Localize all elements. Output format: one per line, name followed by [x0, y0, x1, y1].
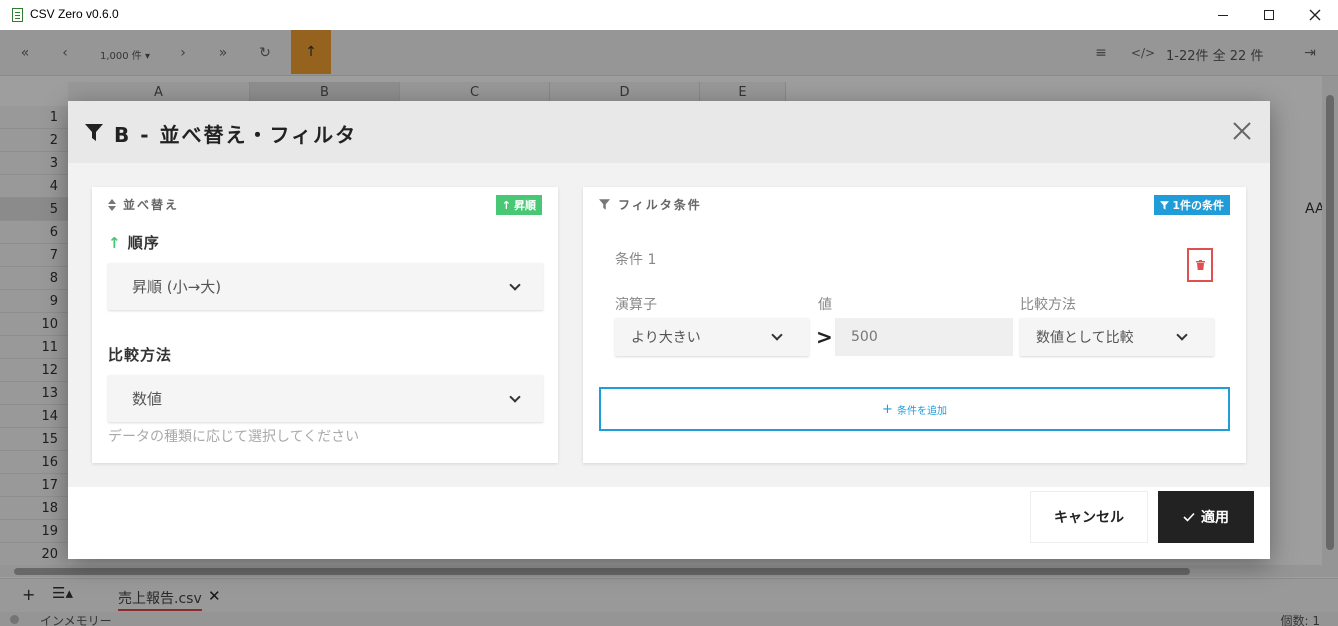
dialog-close-icon[interactable] [1233, 115, 1251, 147]
order-label: ↑ 順序 [108, 232, 160, 253]
order-select[interactable]: 昇順 (小→大) [108, 263, 543, 310]
filter-icon [85, 124, 103, 141]
operator-select-value: より大きい [631, 330, 701, 346]
maximize-icon [1264, 10, 1274, 20]
sort-icon [108, 199, 116, 211]
sort-filter-dialog: B - 並べ替え・フィルタ 並べ替え ↑ 昇順 ↑ 順序 昇順 (小→大) 比較方… [68, 101, 1270, 559]
badge-text: 昇順 [514, 199, 536, 212]
add-condition-button[interactable]: + 条件を追加 [599, 387, 1230, 431]
window-titlebar: CSV Zero v0.6.0 [0, 0, 1338, 30]
minimize-button[interactable] [1200, 0, 1246, 30]
dialog-footer: キャンセル 適用 [68, 487, 1270, 559]
arrow-up-icon: ↑ [108, 234, 128, 252]
add-condition-label: 条件を追加 [896, 405, 947, 417]
chevron-down-icon [509, 390, 521, 403]
plus-icon: + [882, 401, 893, 417]
apply-label: 適用 [1201, 510, 1229, 526]
filter-compare-select[interactable]: 数値として比較 [1020, 318, 1214, 356]
compare-select[interactable]: 数値 [108, 375, 543, 422]
check-icon [1183, 512, 1195, 522]
value-label: 値 [818, 297, 832, 313]
filter-icon [599, 199, 610, 210]
filter-compare-value: 数値として比較 [1036, 330, 1134, 346]
sort-panel: 並べ替え ↑ 昇順 ↑ 順序 昇順 (小→大) 比較方法 数値 データの種類に応じ… [92, 187, 558, 463]
window-title: CSV Zero v0.6.0 [30, 7, 119, 21]
close-window-button[interactable] [1292, 0, 1338, 30]
filter-value-text: 500 [851, 329, 878, 345]
apply-button[interactable]: 適用 [1158, 491, 1254, 543]
filter-icon [1160, 200, 1170, 210]
order-label-text: 順序 [127, 234, 160, 252]
chevron-down-icon [771, 329, 783, 341]
sort-heading: 並べ替え [123, 198, 180, 212]
badge-text: 1件の条件 [1172, 199, 1224, 212]
chevron-down-icon [1176, 329, 1188, 341]
trash-icon [1195, 260, 1205, 270]
dialog-header: B - 並べ替え・フィルタ [68, 101, 1270, 163]
minimize-icon [1218, 14, 1228, 16]
filter-count-badge: 1件の条件 [1154, 195, 1230, 215]
chevron-down-icon [509, 278, 521, 291]
operator-symbol: > [816, 325, 833, 349]
close-icon [1233, 122, 1251, 140]
dialog-title: B - 並べ替え・フィルタ [114, 123, 358, 147]
condition-title: 条件 1 [615, 252, 657, 268]
operator-label: 演算子 [615, 297, 657, 313]
filter-panel: フィルタ条件 1件の条件 条件 1 演算子 より大きい > 値 500 比較方法… [583, 187, 1246, 463]
compare-help-text: データの種類に応じて選択してください [108, 429, 360, 445]
filter-compare-label: 比較方法 [1020, 297, 1076, 313]
order-select-value: 昇順 (小→大) [132, 278, 222, 296]
app-icon [12, 8, 23, 22]
operator-select[interactable]: より大きい [615, 318, 809, 356]
delete-condition-button[interactable] [1187, 248, 1213, 282]
close-icon [1309, 9, 1321, 21]
arrow-up-icon: ↑ [501, 198, 511, 212]
maximize-button[interactable] [1246, 0, 1292, 30]
filter-heading: フィルタ条件 [618, 198, 702, 212]
cancel-label: キャンセル [1054, 510, 1124, 526]
filter-value-input[interactable]: 500 [835, 318, 1013, 356]
cancel-button[interactable]: キャンセル [1030, 491, 1148, 543]
compare-select-value: 数値 [132, 390, 163, 408]
sort-order-badge: ↑ 昇順 [495, 195, 542, 215]
compare-label: 比較方法 [108, 346, 173, 364]
